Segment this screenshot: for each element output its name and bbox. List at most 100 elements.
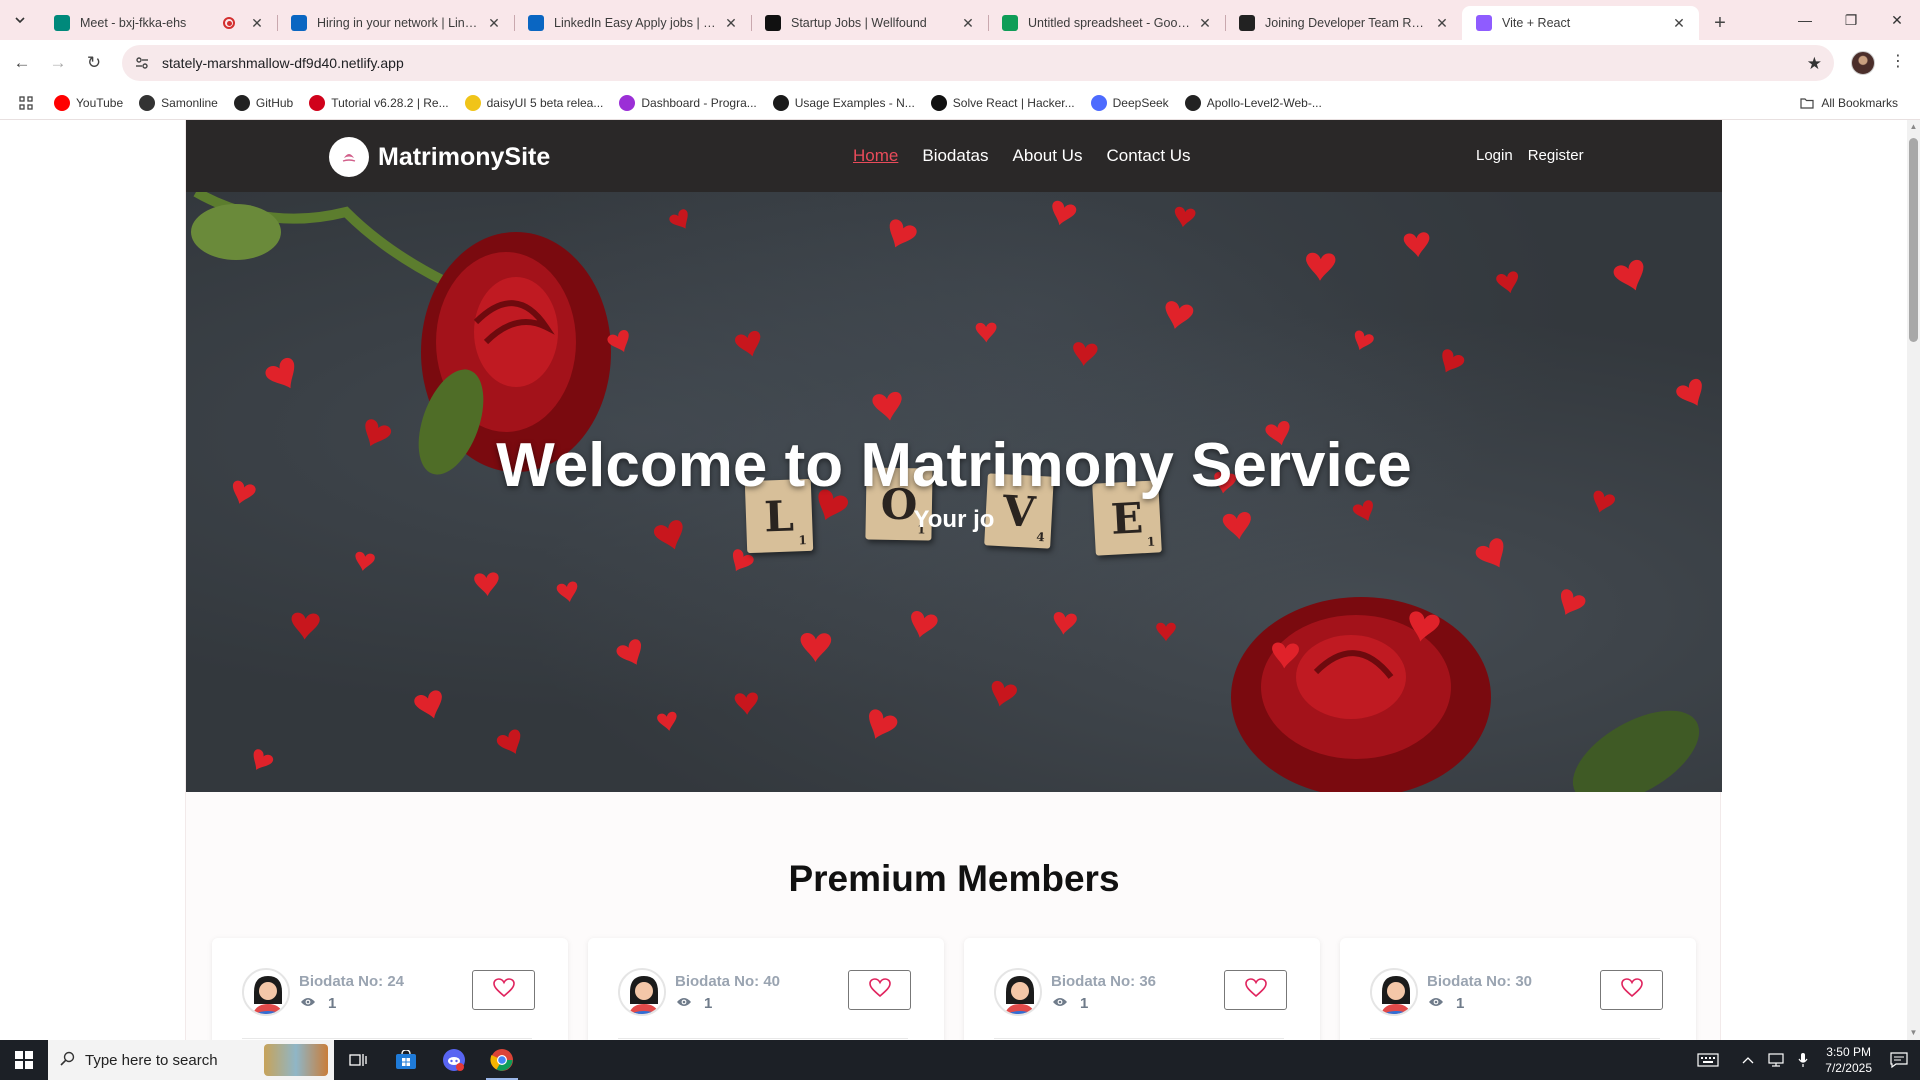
chrome-icon[interactable] xyxy=(478,1040,526,1080)
scrollbar-thumb[interactable] xyxy=(1909,138,1918,342)
tab-close-icon[interactable]: ✕ xyxy=(960,15,976,31)
page-scrollbar[interactable]: ▲ ▼ xyxy=(1907,120,1920,1040)
notifications-icon[interactable] xyxy=(1882,1052,1920,1068)
premium-member-card[interactable]: Biodata No: 40 1 xyxy=(588,938,944,1040)
bookmark-item[interactable]: Tutorial v6.28.2 | Re... xyxy=(301,89,456,117)
forward-arrow-icon[interactable]: → xyxy=(40,45,76,81)
programming-hero-icon xyxy=(619,94,636,111)
tab-close-icon[interactable]: ✕ xyxy=(1671,15,1687,31)
nav-link-about-us[interactable]: About Us xyxy=(1013,146,1083,166)
register-link[interactable]: Register xyxy=(1528,147,1584,164)
bookmark-item[interactable]: Usage Examples - N... xyxy=(765,89,923,117)
folder-icon xyxy=(1799,95,1815,111)
premium-member-card[interactable]: Biodata No: 24 1 xyxy=(212,938,568,1040)
window-close-icon[interactable]: ✕ xyxy=(1874,0,1920,40)
heart-shape xyxy=(1354,330,1374,351)
premium-member-card[interactable]: Biodata No: 30 1 xyxy=(1340,938,1696,1040)
view-count-value: 1 xyxy=(704,995,713,1012)
profile-avatar[interactable] xyxy=(1851,51,1875,75)
nav-link-biodatas[interactable]: Biodatas xyxy=(922,146,988,166)
clock-time: 3:50 PM xyxy=(1826,1045,1871,1059)
premium-member-card[interactable]: Biodata No: 36 1 xyxy=(964,938,1320,1040)
discord-icon[interactable] xyxy=(430,1040,478,1080)
all-bookmarks-label: All Bookmarks xyxy=(1821,96,1898,110)
bookmark-item[interactable]: GitHub xyxy=(226,89,301,117)
tab-close-icon[interactable]: ✕ xyxy=(1434,15,1450,31)
taskbar-clock[interactable]: 3:50 PM 7/2/2025 xyxy=(1815,1044,1882,1076)
tab-close-icon[interactable]: ✕ xyxy=(723,15,739,31)
heart-shape xyxy=(800,633,832,662)
address-bar[interactable]: stately-marshmallow-df9d40.netlify.app ★ xyxy=(122,45,1834,81)
nav-link-home[interactable]: Home xyxy=(853,146,898,166)
reload-icon[interactable]: ↻ xyxy=(76,45,112,81)
bookmark-item[interactable]: Solve React | Hacker... xyxy=(923,89,1083,117)
heart-shape xyxy=(734,692,758,715)
microphone-icon[interactable] xyxy=(1791,1052,1815,1068)
view-count: 1 xyxy=(1052,995,1088,1012)
scroll-up-arrow-icon[interactable]: ▲ xyxy=(1907,120,1920,134)
browser-tab[interactable]: Startup Jobs | Wellfound ✕ xyxy=(751,6,988,40)
heart-shape xyxy=(474,572,499,596)
browser-tab[interactable]: Hiring in your network | LinkedIn ✕ xyxy=(277,6,514,40)
bookmark-item[interactable]: DeepSeek xyxy=(1083,89,1177,117)
heart-shape xyxy=(616,639,642,665)
brand[interactable]: MatrimonySite xyxy=(329,137,550,177)
nav-link-contact-us[interactable]: Contact Us xyxy=(1106,146,1190,166)
heart-shape xyxy=(496,729,521,754)
member-avatar xyxy=(242,968,290,1016)
scroll-down-arrow-icon[interactable]: ▼ xyxy=(1907,1026,1920,1040)
browser-menu-icon[interactable]: ⋮ xyxy=(1890,51,1906,71)
favorite-button[interactable] xyxy=(1600,970,1663,1010)
tab-title: LinkedIn Easy Apply jobs | LinkedIn xyxy=(554,16,717,30)
tab-close-icon[interactable]: ✕ xyxy=(1197,15,1213,31)
browser-tab[interactable]: Vite + React ✕ xyxy=(1462,6,1699,40)
taskbar-search-box[interactable]: Type here to search xyxy=(48,1040,334,1080)
matrimony-site: MatrimonySite Home Biodatas About Us Contac… xyxy=(185,120,1722,1040)
heart-shape xyxy=(911,610,938,638)
heart-shape xyxy=(991,680,1017,707)
view-count: 1 xyxy=(676,995,712,1012)
site-info-icon[interactable] xyxy=(134,55,150,71)
view-count: 1 xyxy=(1428,995,1464,1012)
heart-shape xyxy=(1496,271,1519,294)
bookmark-item[interactable]: Apollo-Level2-Web-... xyxy=(1177,89,1330,117)
bookmark-label: Tutorial v6.28.2 | Re... xyxy=(331,95,449,110)
login-link[interactable]: Login xyxy=(1476,147,1513,164)
microsoft-store-icon[interactable] xyxy=(382,1040,430,1080)
tab-search-chevron-icon[interactable] xyxy=(0,0,40,40)
url-text[interactable]: stately-marshmallow-df9d40.netlify.app xyxy=(162,55,404,71)
bookmark-item[interactable]: YouTube xyxy=(46,89,131,117)
windows-start-icon[interactable] xyxy=(0,1040,48,1080)
eye-icon xyxy=(676,996,692,1011)
bookmark-item[interactable]: daisyUI 5 beta relea... xyxy=(457,89,612,117)
bookmark-item[interactable]: Dashboard - Progra... xyxy=(611,89,764,117)
tray-chevron-up-icon[interactable] xyxy=(1726,1056,1761,1064)
browser-tab[interactable]: Meet - bxj-fkka-ehs ✕ xyxy=(40,6,277,40)
auth-links: Login Register xyxy=(1476,147,1599,164)
recording-indicator-icon xyxy=(223,17,235,29)
browser-tab[interactable]: LinkedIn Easy Apply jobs | LinkedIn ✕ xyxy=(514,6,751,40)
all-bookmarks-button[interactable]: All Bookmarks xyxy=(1791,89,1906,117)
apps-grid-icon[interactable] xyxy=(6,95,46,110)
new-tab-plus-icon[interactable]: + xyxy=(1703,6,1737,40)
favorite-button[interactable] xyxy=(1224,970,1287,1010)
favorite-button[interactable] xyxy=(848,970,911,1010)
bookmark-star-icon[interactable]: ★ xyxy=(1807,54,1822,74)
heart-outline-icon xyxy=(492,977,515,1003)
tab-close-icon[interactable]: ✕ xyxy=(249,15,265,31)
task-view-icon[interactable] xyxy=(334,1040,382,1080)
heart-shape xyxy=(556,581,578,603)
browser-tab[interactable]: Joining Developer Team Request ✕ xyxy=(1225,6,1462,40)
heart-shape xyxy=(1306,252,1336,281)
network-icon[interactable] xyxy=(1761,1053,1791,1067)
restore-icon[interactable]: ❐ xyxy=(1828,0,1874,40)
premium-members-title: Premium Members xyxy=(788,858,1120,899)
favorite-button[interactable] xyxy=(472,970,535,1010)
tab-close-icon[interactable]: ✕ xyxy=(486,15,502,31)
back-arrow-icon[interactable]: ← xyxy=(4,45,40,81)
bookmark-item[interactable]: Samonline xyxy=(131,89,226,117)
minimize-icon[interactable]: — xyxy=(1782,0,1828,40)
browser-tab[interactable]: Untitled spreadsheet - Google Sheets ✕ xyxy=(988,6,1225,40)
premium-members-list: Biodata No: 24 1 Biodata No: 40 1 Biodata No… xyxy=(212,938,1696,1040)
keyboard-icon[interactable] xyxy=(1690,1053,1726,1067)
